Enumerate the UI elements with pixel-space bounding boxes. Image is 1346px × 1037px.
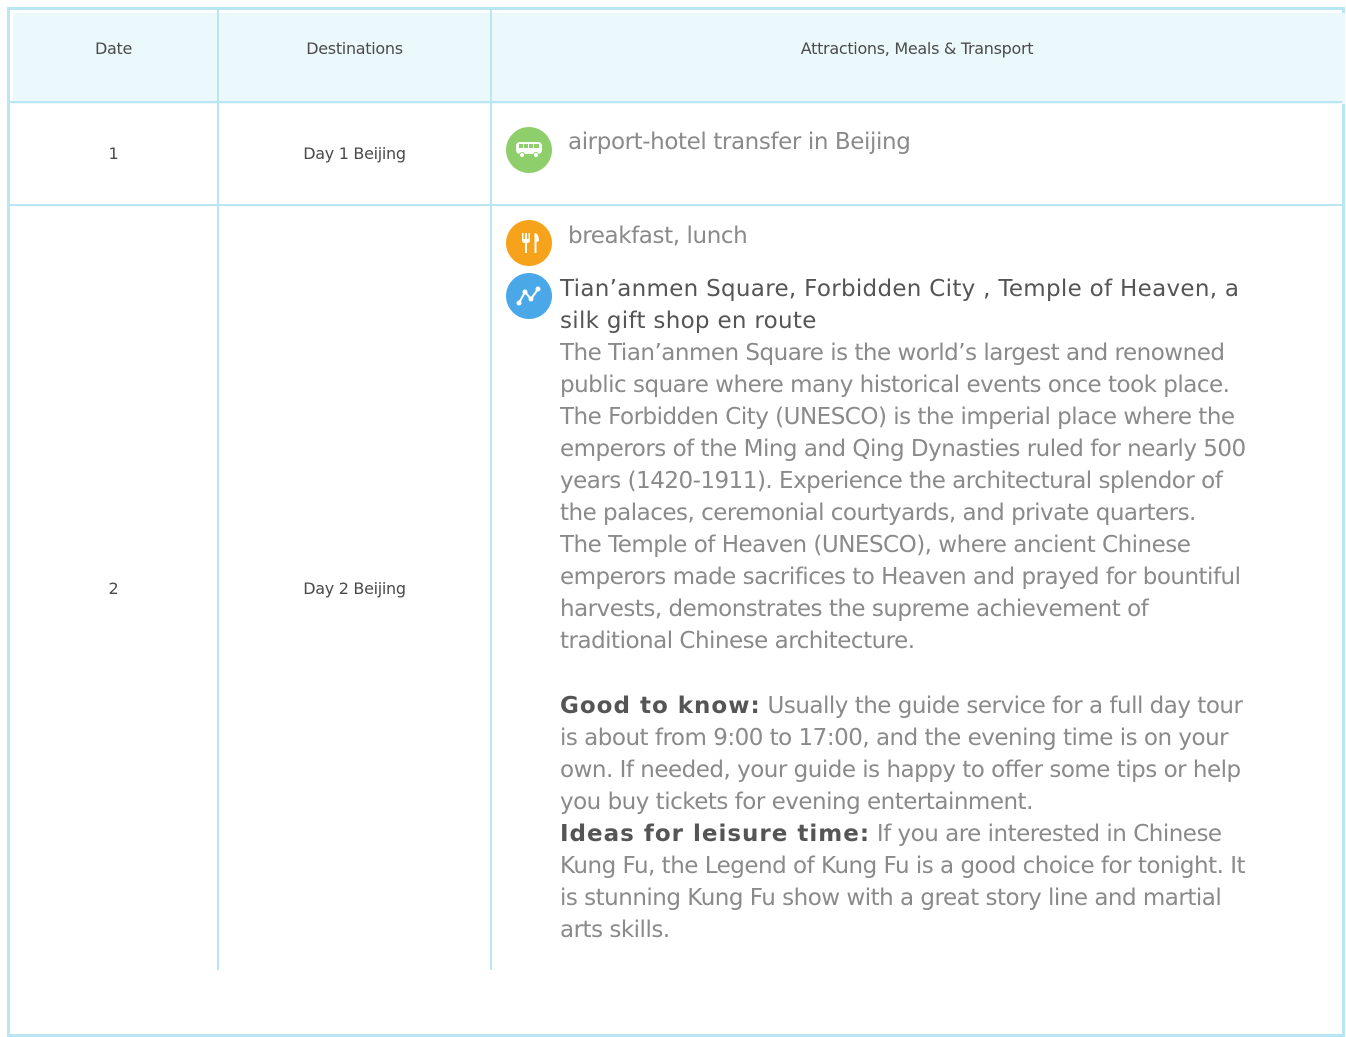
- row-2-destination: Day 2 Beijing: [303, 578, 406, 598]
- header-attractions: Attractions, Meals & Transport: [800, 39, 1034, 58]
- meals-text: breakfast, lunch: [568, 223, 748, 249]
- bus-icon: [506, 127, 552, 173]
- row-2-date: 2: [108, 578, 119, 598]
- transport-text: airport-hotel transfer in Beijing: [568, 129, 911, 155]
- leisure-label: Ideas for leisure time:: [560, 821, 871, 847]
- row-1-date: 1: [108, 144, 119, 163]
- header-date: Date: [94, 39, 133, 58]
- description-paragraph: The Forbidden City (UNESCO) is the imper…: [560, 404, 1246, 526]
- good-to-know-label: Good to know:: [560, 693, 761, 719]
- route-icon: [506, 273, 552, 319]
- header-destinations: Destinations: [306, 39, 403, 58]
- description-paragraph: The Temple of Heaven (UNESCO), where anc…: [560, 532, 1241, 654]
- column-divider: [490, 10, 492, 970]
- attractions-title: Tian’anmen Square, Forbidden City , Temp…: [560, 276, 1240, 334]
- attractions-content: Tian’anmen Square, Forbidden City , Temp…: [560, 273, 1250, 946]
- attractions-description: The Tian’anmen Square is the world’s lar…: [560, 337, 1250, 946]
- description-paragraph: The Tian’anmen Square is the world’s lar…: [560, 340, 1230, 398]
- row-1-destination: Day 1 Beijing: [303, 144, 406, 163]
- leisure-paragraph: Ideas for leisure time: If you are inter…: [560, 818, 1250, 946]
- fork-knife-icon: [506, 220, 552, 266]
- good-to-know-paragraph: Good to know: Usually the guide service …: [560, 690, 1250, 818]
